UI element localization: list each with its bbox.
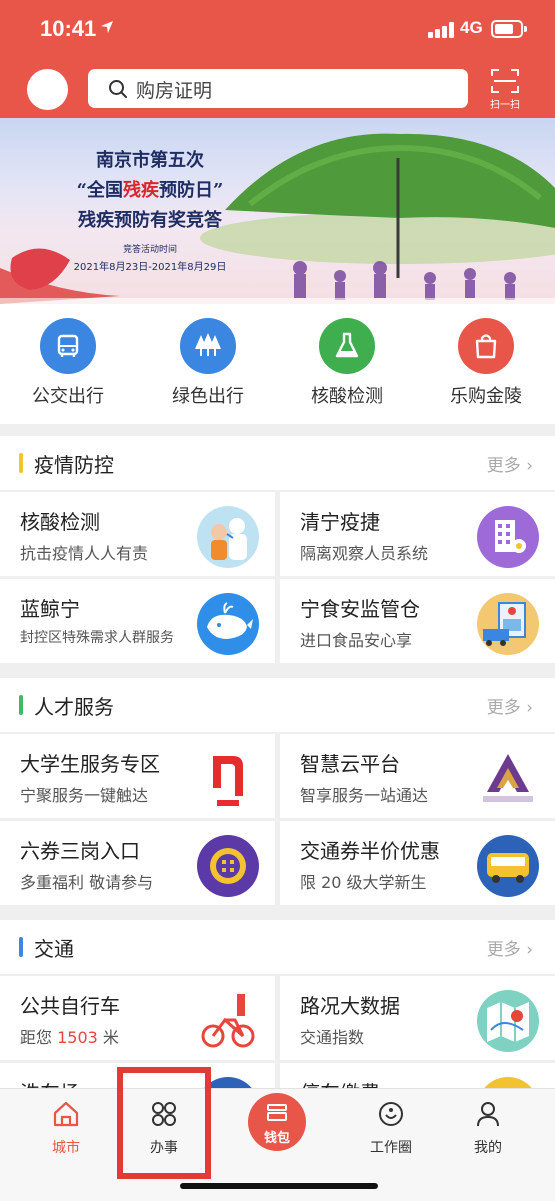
banner-line-5: 2021年8月23日-2021年8月29日 — [73, 262, 227, 273]
scan-icon — [484, 68, 526, 94]
bicycle-icon — [197, 990, 259, 1052]
search-placeholder: 购房证明 — [136, 80, 213, 102]
card-public-bike[interactable]: 公共自行车 距您 1503 米 — [0, 976, 275, 1060]
app-header: 10:41 4G 购房证明 扫一扫 — [0, 0, 555, 118]
section-title: 交通 — [34, 937, 74, 961]
card-food-safety[interactable]: 宁食安监管仓 进口食品安心享 — [280, 579, 555, 663]
wallet-button[interactable]: 钱包 — [248, 1093, 306, 1151]
card-qingning[interactable]: 清宁疫捷 隔离观察人员系统 — [280, 492, 555, 576]
card-nucleic-test[interactable]: 核酸检测 抗击疫情人人有责 — [0, 492, 275, 576]
section-bar — [19, 695, 23, 715]
coupon-icon — [197, 835, 259, 897]
quick-shopping[interactable]: 乐购金陵 — [426, 318, 546, 408]
shopping-bag-icon — [458, 318, 514, 374]
card-smart-cloud[interactable]: 智慧云平台 智享服务一站通达 — [280, 734, 555, 818]
network-type: 4G — [460, 18, 483, 37]
tab-work-circle[interactable]: 工作圈 — [351, 1099, 431, 1157]
banner-text: 南京市第五次 “全国残疾预防日” 残疾预防有奖竞答 竞答活动时间 2021年8月… — [50, 146, 250, 273]
flask-icon — [319, 318, 375, 374]
trees-icon — [180, 318, 236, 374]
avatar[interactable] — [27, 69, 68, 110]
battery-icon — [491, 20, 527, 38]
quick-green[interactable]: 绿色出行 — [148, 318, 268, 408]
section-bar — [19, 453, 23, 473]
section-header: 交通 更多 › — [0, 920, 555, 974]
parking-icon — [477, 1077, 539, 1088]
tab-city[interactable]: 城市 — [26, 1099, 106, 1157]
bus-icon — [477, 835, 539, 897]
zijinshan-logo-icon — [477, 748, 539, 810]
more-link[interactable]: 更多 › — [487, 693, 533, 718]
search-icon — [108, 79, 128, 99]
card-six-coupons[interactable]: 六券三岗入口 多重福利 敬请参与 — [0, 821, 275, 905]
banner-line-3: 残疾预防有奖竞答 — [78, 210, 222, 231]
home-icon — [53, 1101, 79, 1127]
section-traffic: 交通 更多 › 公共自行车 距您 1503 米 路况大数据 交通指数 洗车场 停… — [0, 920, 555, 1088]
section-header: 疫情防控 更多 › — [0, 436, 555, 490]
ningju-logo-icon — [197, 748, 259, 810]
card-student-zone[interactable]: 大学生服务专区 宁聚服务一键触达 — [0, 734, 275, 818]
card-traffic-data[interactable]: 路况大数据 交通指数 — [280, 976, 555, 1060]
building-icon — [477, 506, 539, 568]
map-icon — [477, 990, 539, 1052]
bus-icon — [40, 318, 96, 374]
scan-label: 扫一扫 — [490, 100, 520, 111]
more-link[interactable]: 更多 › — [487, 935, 533, 960]
search-input[interactable]: 购房证明 — [88, 69, 468, 108]
signal-icon — [428, 22, 454, 38]
tab-mine[interactable]: 我的 — [448, 1099, 528, 1157]
user-icon — [477, 1102, 499, 1127]
annotation-highlight-box — [117, 1067, 211, 1179]
section-bar — [19, 937, 23, 957]
quick-nucleic[interactable]: 核酸检测 — [287, 318, 407, 408]
more-link[interactable]: 更多 › — [487, 451, 533, 476]
section-epidemic: 疫情防控 更多 › 核酸检测 抗击疫情人人有责 清宁疫捷 隔离观察人员系统 蓝鲸… — [0, 436, 555, 666]
scan-button[interactable]: 扫一扫 — [484, 66, 526, 114]
nurse-swab-icon — [197, 506, 259, 568]
bike-distance: 距您 1503 米 — [20, 1028, 119, 1047]
section-talent: 人才服务 更多 › 大学生服务专区 宁聚服务一键触达 智慧云平台 智享服务一站通… — [0, 678, 555, 908]
card-parking[interactable]: 停车缴费 — [280, 1063, 555, 1088]
status-bar: 10:41 4G — [0, 0, 555, 60]
section-title: 人才服务 — [34, 695, 114, 719]
banner-line-2: “全国残疾预防日” — [76, 180, 224, 201]
section-header: 人才服务 更多 › — [0, 678, 555, 732]
section-title: 疫情防控 — [34, 453, 114, 477]
promo-banner[interactable]: 南京市第五次 “全国残疾预防日” 残疾预防有奖竞答 竞答活动时间 2021年8月… — [0, 118, 555, 304]
card-blue-whale[interactable]: 蓝鲸宁 封控区特殊需求人群服务 — [0, 579, 275, 663]
banner-line-4: 竞答活动时间 — [122, 245, 177, 255]
home-indicator[interactable] — [180, 1183, 378, 1189]
banner-line-1: 南京市第五次 — [96, 150, 204, 171]
status-time: 10:41 — [40, 16, 97, 41]
card-transport-coupon[interactable]: 交通券半价优惠 限 20 级大学新生 — [280, 821, 555, 905]
cold-storage-icon — [477, 593, 539, 655]
whale-icon — [197, 593, 259, 655]
chat-circle-icon — [379, 1102, 403, 1126]
wallet-icon — [267, 1104, 287, 1121]
quick-services: 公交出行 绿色出行 核酸检测 乐购金陵 — [0, 304, 555, 424]
location-arrow-icon — [100, 19, 114, 33]
quick-bus[interactable]: 公交出行 — [8, 318, 128, 408]
